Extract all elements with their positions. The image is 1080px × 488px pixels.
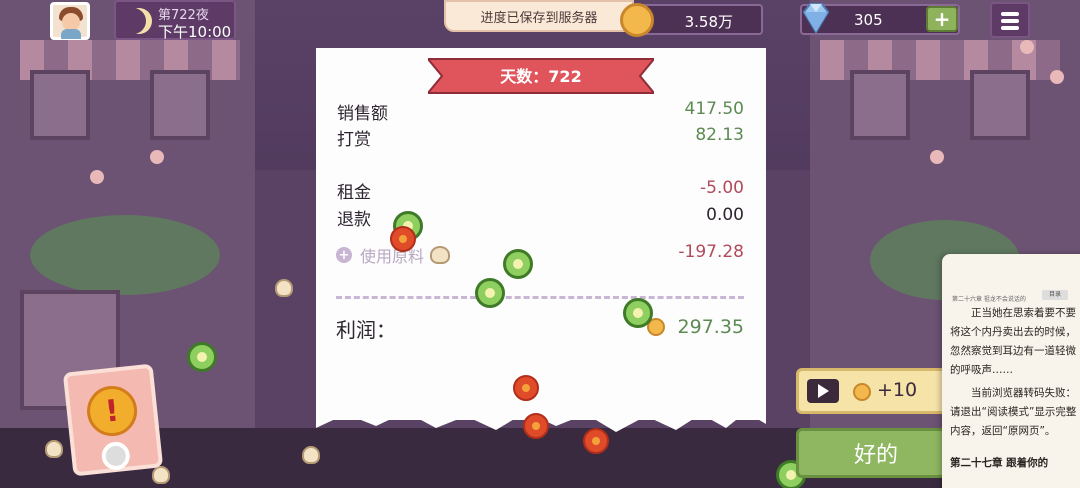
play-icon: [807, 379, 839, 403]
time-label: 下午10:00: [158, 23, 232, 41]
watch-ad-button[interactable]: +10: [796, 368, 952, 414]
sales-label: 销售额: [337, 104, 388, 124]
expand-plus-icon[interactable]: +: [336, 247, 352, 263]
garlic-clove: [275, 279, 293, 297]
avatar-body: [61, 29, 81, 39]
flower: [150, 150, 164, 164]
jalapeno-slice: [475, 278, 505, 308]
garlic-icon: [430, 246, 451, 264]
alert-card-button[interactable]: !: [62, 363, 164, 477]
tomato-slice: [523, 413, 549, 439]
flower: [930, 150, 944, 164]
tomato-slice: [513, 375, 539, 401]
refund-value: 0.00: [706, 205, 744, 225]
coin-counter: 3.58万: [620, 3, 763, 37]
window: [30, 70, 90, 140]
menu-icon-bar: [1001, 19, 1019, 23]
reading-overlay-panel[interactable]: 第二十六章 祖龙不会说话的 目录 正当她在思索着要不要将这个内丹卖出去的时候，忽…: [942, 254, 1080, 488]
gem-value: 305: [854, 11, 883, 29]
day-time-panel: 第722夜 下午10:00: [114, 0, 236, 41]
tomato-slice: [583, 428, 609, 454]
garlic-clove: [302, 446, 320, 464]
exclamation-icon: !: [84, 383, 140, 439]
reader-chapter-title: 第二十七章 跟着你的: [950, 457, 1049, 469]
toc-badge[interactable]: 目录: [1042, 290, 1068, 300]
save-toast: 进度已保存到服务器: [444, 0, 634, 32]
ingredients-value: -197.28: [678, 242, 744, 262]
coin-icon: [853, 383, 871, 401]
coin-value: 3.58万: [684, 13, 733, 31]
reader-paragraph: 正当她在思索着要不要将这个内丹卖出去的时候，忽然察觉到耳边有一道轻微的呼吸声……: [950, 307, 1076, 376]
coin-icon: [620, 3, 654, 37]
receipt-divider: [336, 296, 744, 299]
menu-icon-bar: [1001, 12, 1019, 16]
window: [150, 70, 210, 140]
menu-button[interactable]: [990, 2, 1030, 38]
buy-gems-button[interactable]: +: [926, 6, 958, 32]
jalapeno-slice: [503, 249, 533, 279]
tree: [30, 215, 220, 295]
rent-label: 租金: [337, 183, 371, 203]
refund-label: 退款: [337, 210, 371, 230]
window: [970, 70, 1030, 140]
sales-value: 417.50: [684, 99, 744, 119]
garlic-clove: [45, 440, 63, 458]
flower: [1020, 40, 1034, 54]
alert-knob: [100, 440, 132, 472]
ad-reward-value: +10: [877, 379, 918, 401]
menu-icon-bar: [1001, 26, 1019, 30]
jalapeno-slice: [623, 298, 653, 328]
jalapeno-slice: [187, 342, 217, 372]
receipt-title: 天数：722: [500, 67, 582, 86]
profit-value: 297.35: [677, 316, 744, 338]
garlic-clove: [152, 466, 170, 484]
reader-paragraph: 当前浏览器转码失败：请退出“阅读模式”显示完整内容，返回“原网页”。: [950, 387, 1077, 437]
tomato-slice: [390, 226, 416, 252]
flower: [90, 170, 104, 184]
window: [850, 70, 910, 140]
rent-value: -5.00: [700, 178, 744, 198]
tips-label: 打赏: [337, 130, 371, 150]
moon-icon: [120, 8, 146, 34]
profit-label: 利润：: [336, 318, 396, 342]
tips-value: 82.13: [695, 125, 744, 145]
player-avatar[interactable]: [50, 2, 90, 40]
flower: [1050, 70, 1064, 84]
chapter-header: 第二十六章 祖龙不会说话的: [952, 296, 1026, 303]
diamond-icon: [802, 3, 830, 34]
ok-button[interactable]: 好的: [796, 428, 956, 478]
